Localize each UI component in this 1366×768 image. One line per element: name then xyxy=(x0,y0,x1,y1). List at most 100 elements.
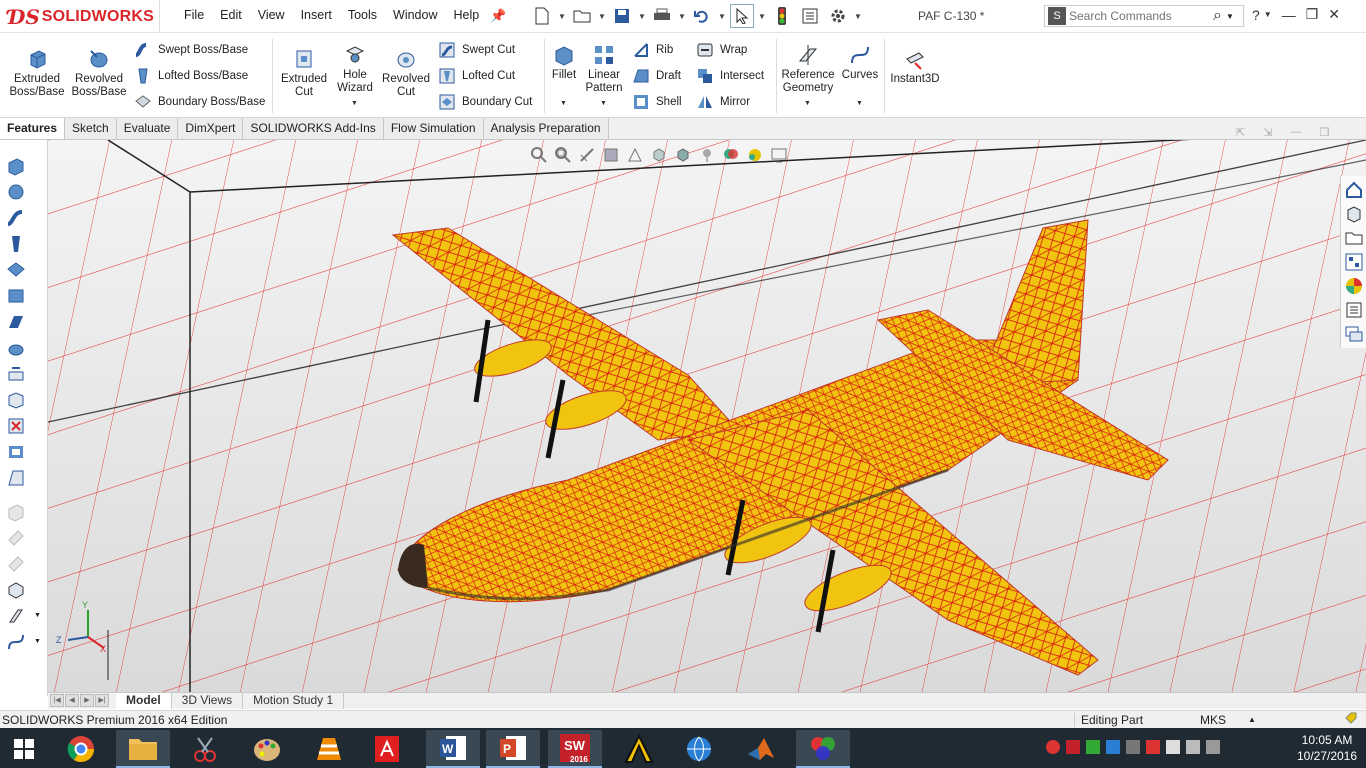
search-commands[interactable]: S ⌕ ▼ xyxy=(1044,5,1244,27)
apply-scene-icon[interactable] xyxy=(746,146,764,164)
swept-cut-icon[interactable] xyxy=(6,364,26,384)
draft-button[interactable]: Draft xyxy=(632,67,681,85)
select-pointer-icon[interactable] xyxy=(730,4,754,28)
tab-3d-views[interactable]: 3D Views xyxy=(172,693,244,709)
paint-taskbar-button[interactable] xyxy=(240,730,294,768)
tab-model[interactable]: Model xyxy=(116,693,172,709)
help-dropdown-icon[interactable]: ▼ xyxy=(1264,10,1272,19)
restore-icon[interactable]: ❐ xyxy=(1306,6,1319,23)
next-tab-icon[interactable]: ▶ xyxy=(80,693,94,707)
revolved-boss-button[interactable]: Revolved Boss/Base xyxy=(70,47,128,99)
file-explorer-taskbar-button[interactable] xyxy=(116,730,170,768)
reference-geometry-button[interactable]: Reference Geometry xyxy=(780,43,836,95)
file-properties-icon[interactable] xyxy=(798,4,822,28)
extruded-boss-icon[interactable] xyxy=(6,156,26,176)
view-palette-icon[interactable] xyxy=(1344,252,1364,272)
open-dropdown-icon[interactable]: ▼ xyxy=(598,12,606,21)
help-icon[interactable]: ? xyxy=(1252,7,1260,23)
color-app-taskbar-button[interactable] xyxy=(796,730,850,768)
menu-file[interactable]: File xyxy=(176,8,212,22)
linear-pattern-button[interactable]: Linear Pattern xyxy=(584,43,624,95)
view-settings-icon[interactable] xyxy=(770,146,788,164)
boundary-cut-button[interactable]: Boundary Cut xyxy=(438,93,532,111)
reference-geometry-dropdown-icon[interactable]: ▼ xyxy=(804,100,811,107)
intersect-icon[interactable] xyxy=(6,580,26,600)
menu-help[interactable]: Help xyxy=(446,8,488,22)
viewport-max-icon[interactable]: ❐ xyxy=(1319,126,1329,139)
solidworks-taskbar-button[interactable]: SW 2016 xyxy=(548,730,602,768)
tab-evaluate[interactable]: Evaluate xyxy=(116,118,179,139)
matlab-taskbar-button[interactable] xyxy=(734,730,788,768)
swept-cut-button[interactable]: Swept Cut xyxy=(438,41,515,59)
tray-wifi-icon[interactable] xyxy=(1206,740,1220,754)
save-dropdown-icon[interactable]: ▼ xyxy=(638,12,646,21)
vlc-taskbar-button[interactable] xyxy=(302,730,356,768)
tab-sketch[interactable]: Sketch xyxy=(65,118,117,139)
open-folder-icon[interactable] xyxy=(570,4,594,28)
tray-usb-icon[interactable] xyxy=(1126,740,1140,754)
tab-dimxpert[interactable]: DimXpert xyxy=(178,118,244,139)
units-selector[interactable]: MKS xyxy=(1200,713,1226,727)
tray-solidworks-icon[interactable] xyxy=(1066,740,1080,754)
rebuild-icon[interactable] xyxy=(770,4,794,28)
tray-battery-icon[interactable] xyxy=(1166,740,1180,754)
network-taskbar-button[interactable] xyxy=(672,730,726,768)
swept-boss-button[interactable]: Swept Boss/Base xyxy=(134,41,248,59)
lofted-cut-button[interactable]: Lofted Cut xyxy=(438,67,515,85)
tray-volume-icon[interactable] xyxy=(1186,740,1200,754)
shell-button[interactable]: Shell xyxy=(632,93,682,111)
reference-geometry-icon[interactable] xyxy=(6,606,26,626)
tab-analysis-preparation[interactable]: Analysis Preparation xyxy=(483,118,609,139)
select-dropdown-icon[interactable]: ▼ xyxy=(758,12,766,21)
hole-wizard-icon[interactable] xyxy=(6,338,26,358)
tab-solidworks-addins[interactable]: SOLIDWORKS Add-Ins xyxy=(243,118,384,139)
zoom-to-area-icon[interactable] xyxy=(554,146,572,164)
prev-tab-icon[interactable]: ◀ xyxy=(65,693,79,707)
tab-motion-study[interactable]: Motion Study 1 xyxy=(243,693,345,709)
viewport-min-icon[interactable]: — xyxy=(1290,126,1301,139)
solidworks-logo[interactable]: ƊS SOLIDWORKS xyxy=(8,3,154,31)
revolved-boss-icon[interactable] xyxy=(6,182,26,202)
extruded-cut-button[interactable]: Extruded Cut xyxy=(278,47,330,99)
units-dropdown-icon[interactable]: ▲ xyxy=(1248,715,1256,724)
revolved-cut-icon[interactable] xyxy=(6,312,26,332)
menu-window[interactable]: Window xyxy=(385,8,445,22)
start-button[interactable] xyxy=(0,730,48,768)
tab-flow-simulation[interactable]: Flow Simulation xyxy=(383,118,484,139)
design-library-icon[interactable] xyxy=(1344,204,1364,224)
search-input[interactable] xyxy=(1069,9,1209,23)
search-dropdown-icon[interactable]: ▼ xyxy=(1226,12,1234,21)
chrome-taskbar-button[interactable] xyxy=(54,730,108,768)
extruded-cut-icon[interactable] xyxy=(6,286,26,306)
previous-view-icon[interactable] xyxy=(578,146,596,164)
hole-wizard-button[interactable]: Hole Wizard xyxy=(332,43,378,95)
menu-tools[interactable]: Tools xyxy=(340,8,385,22)
viewport-minimize-icon[interactable]: ⇱ xyxy=(1236,126,1245,139)
first-tab-icon[interactable]: |◀ xyxy=(50,693,64,707)
last-tab-icon[interactable]: ▶| xyxy=(95,693,109,707)
hole-wizard-dropdown-icon[interactable]: ▼ xyxy=(351,100,358,107)
curves-icon[interactable] xyxy=(6,632,26,652)
custom-properties-icon[interactable] xyxy=(1344,300,1364,320)
fillet-icon[interactable] xyxy=(6,390,26,410)
acrobat-taskbar-button[interactable] xyxy=(360,730,414,768)
swept-boss-icon[interactable] xyxy=(6,208,26,228)
save-icon[interactable] xyxy=(610,4,634,28)
menu-insert[interactable]: Insert xyxy=(293,8,340,22)
rib-button[interactable]: Rib xyxy=(632,41,673,59)
revolved-cut-button[interactable]: Revolved Cut xyxy=(380,47,432,99)
intersect-button[interactable]: Intersect xyxy=(696,67,764,85)
options-dropdown-icon[interactable]: ▼ xyxy=(854,12,862,21)
menu-edit[interactable]: Edit xyxy=(212,8,250,22)
zoom-to-fit-icon[interactable] xyxy=(530,146,548,164)
curves-dropdown-icon[interactable]: ▼ xyxy=(856,100,863,107)
lofted-boss-button[interactable]: Lofted Boss/Base xyxy=(134,67,248,85)
powerpoint-taskbar-button[interactable]: P xyxy=(486,730,540,768)
hide-show-items-icon[interactable] xyxy=(698,146,716,164)
close-icon[interactable]: ✕ xyxy=(1328,6,1340,23)
new-document-icon[interactable] xyxy=(530,4,554,28)
fillet-dropdown-icon[interactable]: ▼ xyxy=(560,100,567,107)
new-dropdown-icon[interactable]: ▼ xyxy=(558,12,566,21)
file-explorer-icon[interactable] xyxy=(1344,228,1364,248)
viewport-restore-icon[interactable]: ⇲ xyxy=(1263,126,1272,139)
